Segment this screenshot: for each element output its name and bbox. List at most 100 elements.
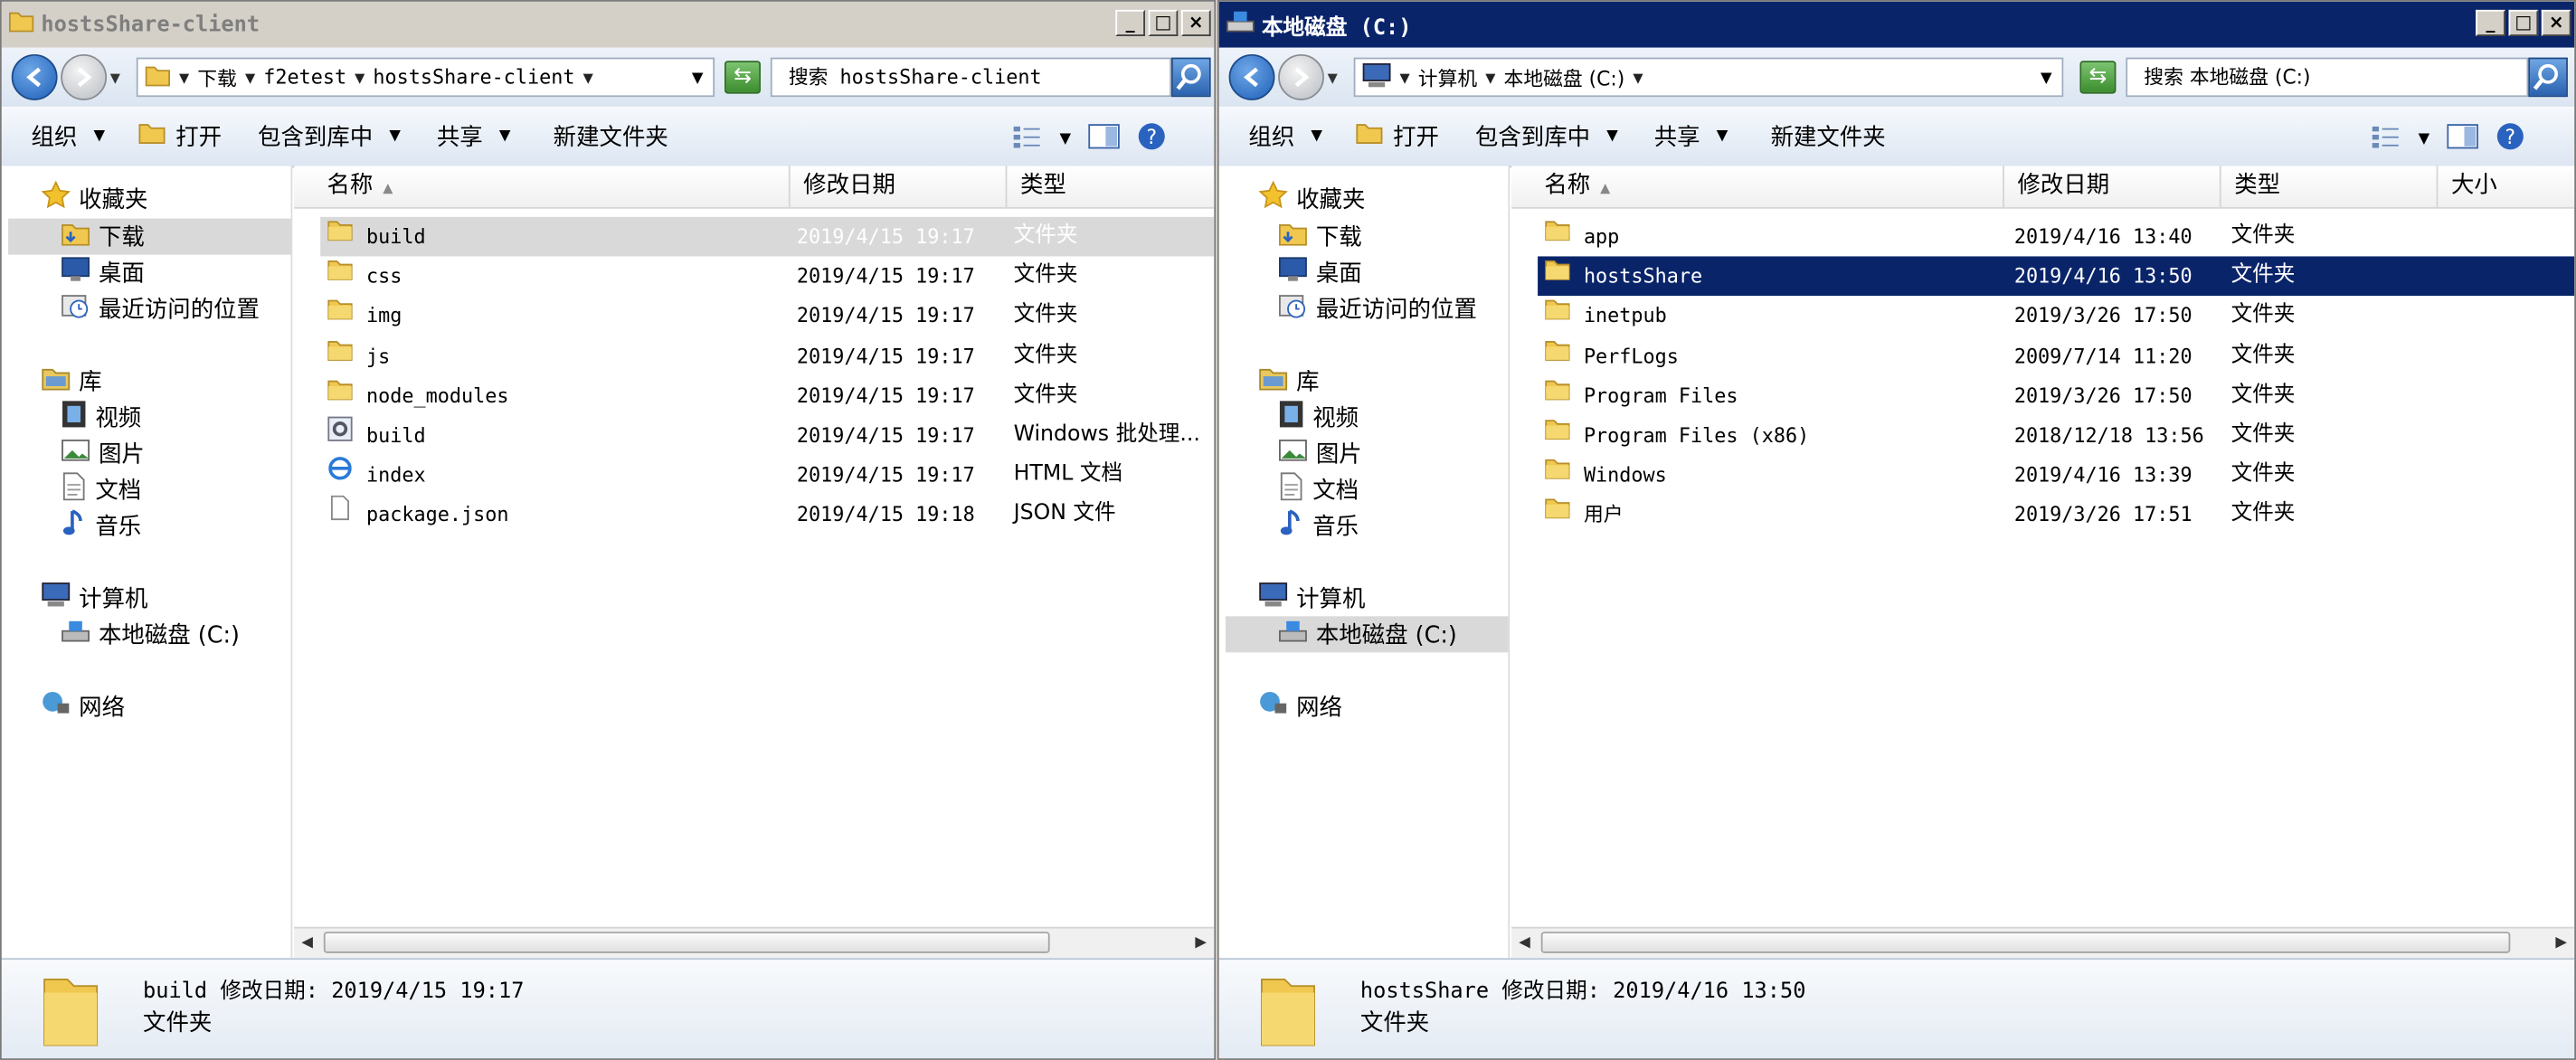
breadcrumb-item[interactable]: 下载: [197, 63, 237, 91]
nav-libraries[interactable]: 库: [1258, 364, 1320, 400]
chevron-down-icon[interactable]: ▼: [1400, 70, 1410, 84]
column-header-size[interactable]: 大小: [2438, 166, 2574, 207]
nav-network[interactable]: 网络: [41, 688, 125, 724]
column-header-name[interactable]: 名称 ▲: [314, 166, 791, 207]
nav-documents[interactable]: 文档: [61, 471, 141, 507]
nav-pictures[interactable]: 图片: [61, 435, 145, 471]
file-row[interactable]: package.json 2019/4/15 19:18 JSON 文件: [320, 496, 1214, 535]
chevron-down-icon[interactable]: ▼: [355, 70, 365, 84]
file-row[interactable]: css 2019/4/15 19:17 文件夹: [320, 257, 1214, 297]
search-input[interactable]: 搜索 hostsShare-client: [770, 57, 1172, 98]
file-row[interactable]: Program Files (x86) 2018/12/18 13:56 文件夹: [1538, 416, 2574, 456]
nav-libraries[interactable]: 库: [41, 364, 102, 400]
column-header-date[interactable]: 修改日期: [791, 166, 1008, 207]
nav-videos[interactable]: 视频: [1278, 400, 1359, 436]
nav-computer[interactable]: 计算机: [41, 580, 147, 616]
share-menu[interactable]: 共享 ▼: [437, 120, 511, 153]
file-row[interactable]: build 2019/4/15 19:17 Windows 批处理...: [320, 416, 1214, 456]
organize-menu[interactable]: 组织 ▼: [1248, 120, 1322, 153]
file-row[interactable]: Windows 2019/4/16 13:39 文件夹: [1538, 456, 2574, 496]
file-row[interactable]: js 2019/4/15 19:17 文件夹: [320, 336, 1214, 376]
nav-favorites[interactable]: 收藏夹: [41, 180, 147, 217]
file-row[interactable]: hostsShare 2019/4/16 13:50 文件夹: [1538, 256, 2575, 297]
view-options-icon[interactable]: [2369, 123, 2401, 156]
help-icon[interactable]: ?: [1137, 121, 1167, 157]
help-icon[interactable]: ?: [2496, 121, 2525, 157]
nav-desktop[interactable]: 桌面: [1278, 255, 1362, 291]
close-button[interactable]: ×: [1180, 9, 1211, 36]
nav-recent-places[interactable]: 最近访问的位置: [1278, 291, 1477, 327]
nav-local-disk[interactable]: 本地磁盘 (C:): [1225, 616, 1509, 653]
minimize-button[interactable]: _: [1115, 9, 1145, 36]
file-row[interactable]: node_modules 2019/4/15 19:17 文件夹: [320, 376, 1214, 416]
chevron-down-icon[interactable]: ▼: [1485, 70, 1495, 84]
refresh-button[interactable]: ⇆: [2079, 61, 2117, 94]
chevron-down-icon[interactable]: ▼: [245, 70, 255, 84]
column-header-name[interactable]: 名称 ▲: [1531, 166, 2004, 207]
file-row[interactable]: build 2019/4/15 19:17 文件夹: [320, 216, 1215, 257]
file-row[interactable]: Program Files 2019/3/26 17:50 文件夹: [1538, 376, 2574, 416]
address-history-dropdown[interactable]: ▼: [2041, 71, 2052, 87]
title-bar[interactable]: 本地磁盘 (C:) _ □ ×: [1218, 1, 2575, 48]
address-history-dropdown[interactable]: ▼: [692, 71, 704, 87]
forward-button[interactable]: [1278, 53, 1324, 100]
new-folder-button[interactable]: 新建文件夹: [554, 120, 668, 153]
file-row[interactable]: PerfLogs 2009/7/14 11:20 文件夹: [1538, 336, 2574, 376]
nav-music[interactable]: 音乐: [1278, 507, 1359, 544]
nav-local-disk[interactable]: 本地磁盘 (C:): [61, 616, 240, 652]
nav-computer[interactable]: 计算机: [1258, 580, 1365, 616]
file-row[interactable]: app 2019/4/16 13:40 文件夹: [1538, 217, 2574, 257]
preview-pane-icon[interactable]: [2446, 121, 2478, 157]
nav-favorites[interactable]: 收藏夹: [1258, 180, 1365, 217]
back-button[interactable]: [1228, 53, 1275, 100]
nav-downloads[interactable]: 下载: [8, 218, 291, 255]
open-button[interactable]: 打开: [1355, 120, 1439, 153]
search-input[interactable]: 搜索 本地磁盘 (C:): [2126, 57, 2529, 98]
include-library-menu[interactable]: 包含到库中 ▼: [1475, 120, 1618, 153]
scroll-right-arrow[interactable]: ▶: [1188, 929, 1214, 959]
scrollbar-thumb[interactable]: [323, 932, 1050, 953]
search-button[interactable]: [1171, 57, 1211, 98]
maximize-button[interactable]: □: [2508, 9, 2539, 36]
share-menu[interactable]: 共享 ▼: [1654, 120, 1728, 153]
breadcrumb-item[interactable]: 本地磁盘 (C:): [1504, 63, 1625, 91]
minimize-button[interactable]: _: [2476, 9, 2505, 36]
chevron-down-icon[interactable]: ▼: [583, 70, 593, 84]
scroll-right-arrow[interactable]: ▶: [2548, 929, 2574, 959]
nav-documents[interactable]: 文档: [1278, 471, 1359, 507]
title-bar[interactable]: hostsShare-client _ □ ×: [1, 1, 1215, 48]
recent-pages-dropdown[interactable]: ▼: [1328, 71, 1338, 85]
preview-pane-icon[interactable]: [1087, 121, 1120, 157]
new-folder-button[interactable]: 新建文件夹: [1771, 120, 1886, 153]
recent-pages-dropdown[interactable]: ▼: [110, 71, 120, 85]
breadcrumb-item[interactable]: 计算机: [1418, 63, 1477, 91]
column-header-date[interactable]: 修改日期: [2004, 166, 2221, 207]
file-row[interactable]: 用户 2019/3/26 17:51 文件夹: [1538, 496, 2574, 535]
file-row[interactable]: index 2019/4/15 19:17 HTML 文档: [320, 456, 1214, 496]
column-header-type[interactable]: 类型: [1007, 166, 1214, 207]
organize-menu[interactable]: 组织 ▼: [32, 120, 106, 153]
nav-pictures[interactable]: 图片: [1278, 435, 1362, 471]
forward-button[interactable]: [61, 53, 108, 100]
view-dropdown-icon[interactable]: ▼: [2419, 131, 2430, 147]
back-button[interactable]: [11, 53, 58, 100]
nav-music[interactable]: 音乐: [61, 507, 141, 544]
breadcrumb-item[interactable]: f2etest: [263, 66, 346, 89]
close-button[interactable]: ×: [2541, 9, 2571, 36]
scrollbar-thumb[interactable]: [1540, 932, 2511, 953]
open-button[interactable]: 打开: [137, 120, 222, 153]
breadcrumb-item[interactable]: hostsShare-client: [373, 66, 574, 89]
horizontal-scrollbar[interactable]: ◀ ▶: [294, 926, 1215, 959]
address-bar[interactable]: ▼ 计算机 ▼ 本地磁盘 (C:) ▼ ▼: [1353, 57, 2064, 98]
nav-desktop[interactable]: 桌面: [61, 255, 145, 291]
nav-downloads[interactable]: 下载: [1278, 219, 1362, 255]
file-row[interactable]: inetpub 2019/3/26 17:50 文件夹: [1538, 297, 2574, 336]
chevron-down-icon[interactable]: ▼: [1633, 70, 1643, 84]
maximize-button[interactable]: □: [1148, 9, 1179, 36]
scroll-left-arrow[interactable]: ◀: [1511, 929, 1538, 959]
nav-recent-places[interactable]: 最近访问的位置: [61, 291, 260, 327]
nav-network[interactable]: 网络: [1258, 688, 1342, 724]
view-dropdown-icon[interactable]: ▼: [1060, 131, 1072, 147]
view-options-icon[interactable]: [1010, 123, 1043, 156]
address-bar[interactable]: ▼ 下载 ▼ f2etest ▼ hostsShare-client ▼ ▼: [136, 57, 715, 98]
